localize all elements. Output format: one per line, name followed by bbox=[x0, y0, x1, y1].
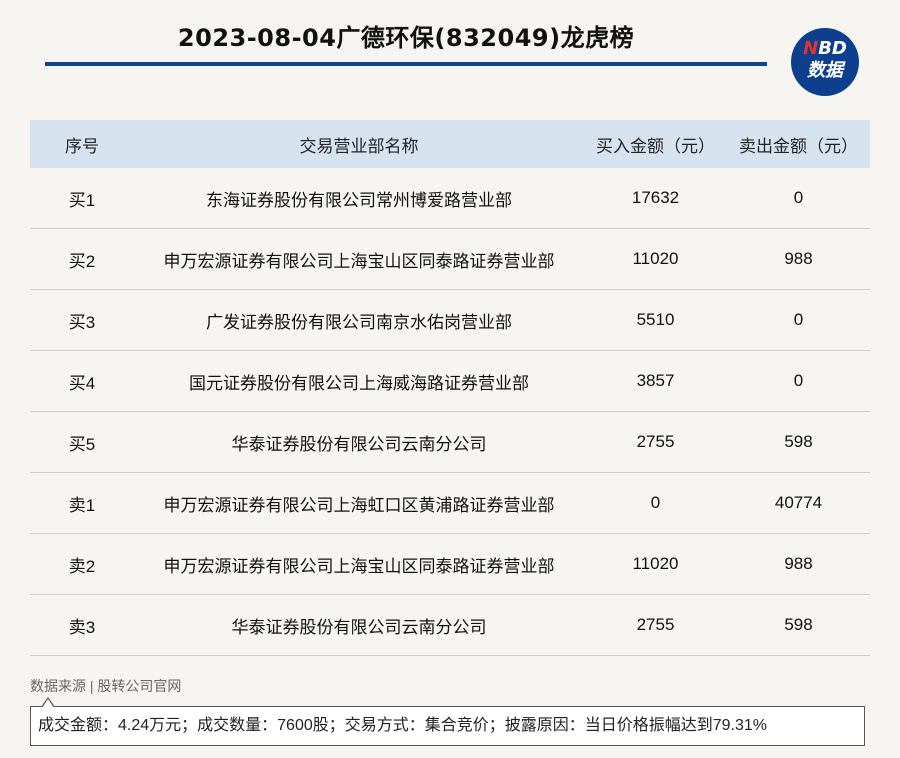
buy-amount-cell: 2755 bbox=[636, 615, 675, 634]
branch-cell: 华泰证券股份有限公司云南分公司 bbox=[231, 617, 487, 637]
sell-amount-cell: 40774 bbox=[774, 493, 823, 512]
column-header-buy-amount: 买入金额（元） bbox=[596, 136, 715, 156]
buy-amount-cell: 0 bbox=[650, 493, 661, 512]
rank-cell: 卖2 bbox=[68, 556, 96, 576]
branch-cell: 国元证券股份有限公司上海威海路证券营业部 bbox=[189, 373, 529, 393]
buy-amount-cell: 11020 bbox=[632, 249, 679, 268]
rank-cell: 卖3 bbox=[68, 617, 96, 637]
rank-cell: 买2 bbox=[68, 251, 96, 271]
buy-amount-cell: 11020 bbox=[632, 554, 679, 573]
buy-amount-cell: 17632 bbox=[631, 188, 680, 207]
table-row: 买3 广发证券股份有限公司南京水佑岗营业部 5510 0 bbox=[30, 290, 870, 351]
table-row: 卖2 申万宏源证券有限公司上海宝山区同泰路证券营业部 11020 988 bbox=[30, 534, 870, 595]
rank-cell: 买1 bbox=[68, 190, 96, 210]
table-header: 序号 交易营业部名称 买入金额（元） 卖出金额（元） bbox=[30, 120, 870, 168]
page-title: 2023-08-04广德环保(832049)龙虎榜 bbox=[177, 24, 635, 52]
table-row: 买2 申万宏源证券有限公司上海宝山区同泰路证券营业部 11020 988 bbox=[30, 229, 870, 290]
title-underline bbox=[45, 62, 767, 66]
rank-cell: 买5 bbox=[68, 434, 96, 454]
rank-cell: 卖1 bbox=[68, 495, 96, 515]
sell-amount-cell: 988 bbox=[784, 554, 813, 573]
sell-amount-cell: 598 bbox=[784, 615, 813, 634]
branch-cell: 华泰证券股份有限公司云南分公司 bbox=[231, 434, 487, 454]
branch-cell: 申万宏源证券有限公司上海宝山区同泰路证券营业部 bbox=[163, 251, 555, 271]
table-row: 卖3 华泰证券股份有限公司云南分公司 2755 598 bbox=[30, 595, 870, 656]
rank-cell: 买3 bbox=[68, 312, 96, 332]
sell-amount-cell: 988 bbox=[784, 249, 813, 268]
buy-amount-cell: 2755 bbox=[636, 432, 675, 451]
branch-cell: 申万宏源证券有限公司上海虹口区黄浦路证券营业部 bbox=[163, 495, 555, 515]
buy-amount-cell: 3857 bbox=[636, 371, 675, 390]
branch-cell: 广发证券股份有限公司南京水佑岗营业部 bbox=[206, 312, 512, 332]
column-header-sell-amount: 卖出金额（元） bbox=[739, 136, 858, 156]
column-header-rank: 序号 bbox=[65, 136, 99, 156]
table-row: 买5 华泰证券股份有限公司云南分公司 2755 598 bbox=[30, 412, 870, 473]
logo-line-2: 数据 bbox=[807, 60, 843, 81]
logo-letters: BD bbox=[818, 38, 847, 59]
logo-accent-letter: N bbox=[803, 38, 819, 59]
branch-cell: 申万宏源证券有限公司上海宝山区同泰路证券营业部 bbox=[163, 556, 555, 576]
branch-cell: 东海证券股份有限公司常州博爱路营业部 bbox=[206, 190, 512, 210]
table-row: 买4 国元证券股份有限公司上海威海路证券营业部 3857 0 bbox=[30, 351, 870, 412]
trade-summary-note: 成交金额：4.24万元；成交数量：7600股；交易方式：集合竞价；披露原因：当日… bbox=[30, 706, 865, 746]
nbd-data-logo: NBD 数据 bbox=[791, 28, 859, 96]
table-row: 买1 东海证券股份有限公司常州博爱路营业部 17632 0 bbox=[30, 168, 870, 229]
dragon-tiger-table: 序号 交易营业部名称 买入金额（元） 卖出金额（元） 买1 东海证券股份有限公司… bbox=[30, 120, 870, 656]
table-row: 卖1 申万宏源证券有限公司上海虹口区黄浦路证券营业部 0 40774 bbox=[30, 473, 870, 534]
data-source-label: 数据来源 | 股转公司官网 bbox=[30, 678, 182, 694]
logo-line-1: NBD bbox=[791, 39, 859, 59]
buy-amount-cell: 5510 bbox=[636, 310, 675, 329]
sell-amount-cell: 598 bbox=[784, 432, 813, 451]
column-header-branch: 交易营业部名称 bbox=[299, 136, 419, 156]
note-callout-pointer-fill bbox=[42, 699, 54, 708]
sell-amount-cell: 0 bbox=[793, 310, 804, 329]
sell-amount-cell: 0 bbox=[793, 188, 804, 207]
sell-amount-cell: 0 bbox=[793, 371, 804, 390]
rank-cell: 买4 bbox=[68, 373, 96, 393]
